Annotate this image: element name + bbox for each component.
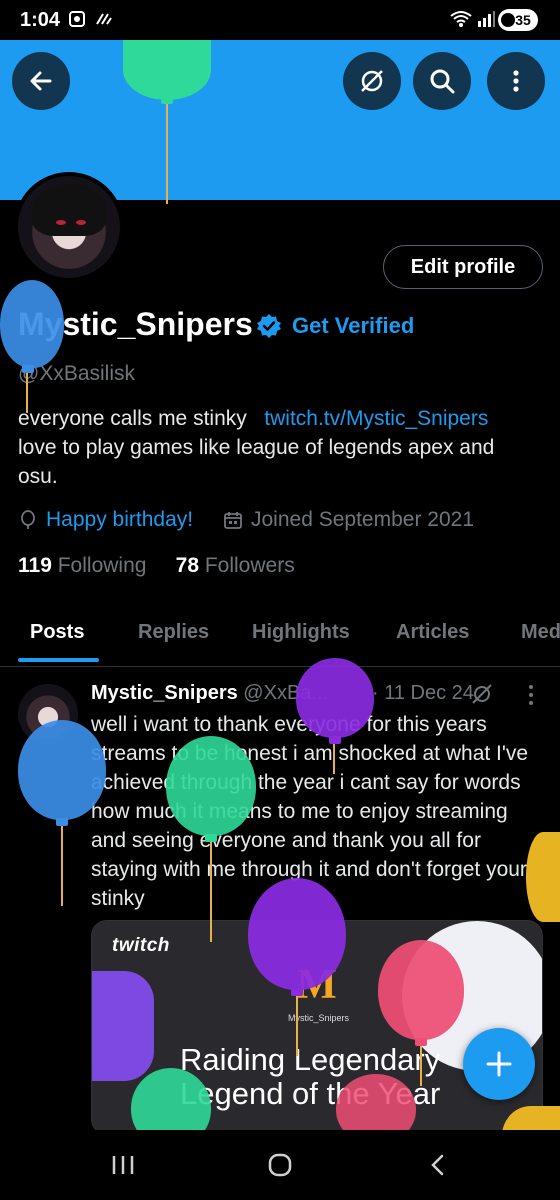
system-back-button[interactable]: [418, 1148, 458, 1182]
birthday-item: Happy birthday!: [18, 508, 193, 532]
post-header: Mystic_Snipers @XxBa...: [91, 682, 328, 705]
plus-icon: [486, 1051, 512, 1077]
post-more-icon[interactable]: [522, 682, 540, 708]
get-verified-link[interactable]: Get Verified: [292, 313, 414, 339]
tab-articles[interactable]: Articles: [396, 621, 469, 644]
calendar-icon: [224, 512, 242, 529]
joined-label: Joined September 2021: [251, 508, 474, 531]
birthday-label[interactable]: Happy birthday!: [46, 508, 193, 532]
search-button[interactable]: [413, 52, 471, 110]
more-vertical-icon: [513, 70, 519, 92]
card-heart-graphic: [92, 971, 154, 1081]
bio-text-line1: everyone calls me stinky: [18, 407, 247, 430]
recent-apps-button[interactable]: [103, 1148, 143, 1182]
grok-button[interactable]: [343, 52, 401, 110]
edit-profile-button[interactable]: Edit profile: [383, 245, 543, 289]
bio-text-line2: love to play games like league of legend…: [18, 436, 495, 488]
home-button[interactable]: [260, 1148, 300, 1182]
active-tab-indicator: [18, 658, 99, 662]
arrow-left-icon: [30, 71, 52, 91]
status-bar: 1:04 35: [0, 0, 560, 40]
twitch-logo: twitch: [112, 935, 170, 956]
status-time: 1:04: [20, 9, 61, 31]
followers-count: 78: [175, 554, 199, 577]
grok-icon[interactable]: [470, 682, 494, 706]
joined-item: Joined September 2021: [223, 508, 474, 532]
post-date: · 11 Dec 24: [372, 682, 474, 704]
balloon-icon: [21, 510, 35, 529]
battery-indicator: 35: [498, 9, 538, 31]
bio-twitch-link[interactable]: twitch.tv/Mystic_Snipers: [264, 407, 488, 430]
system-nav-bar: [0, 1130, 560, 1200]
recents-icon: [112, 1156, 134, 1174]
followers-link[interactable]: 78 Followers: [176, 554, 295, 577]
search-icon: [430, 69, 455, 94]
post-author-name[interactable]: Mystic_Snipers: [91, 682, 238, 704]
profile-avatar[interactable]: [14, 172, 124, 282]
tab-highlights[interactable]: Highlights: [252, 621, 350, 644]
chevron-left-icon: [431, 1154, 444, 1176]
following-label: Following: [57, 554, 147, 577]
following-count: 119: [18, 554, 52, 577]
verified-badge-icon: [257, 314, 281, 338]
followers-label: Followers: [204, 554, 295, 577]
signal-noise-icon: [95, 10, 113, 33]
following-link[interactable]: 119 Following: [18, 554, 146, 577]
screenshot-icon: [68, 10, 86, 33]
wifi-icon: [450, 10, 472, 33]
tab-media[interactable]: Med: [521, 621, 560, 644]
cell-signal-icon: [476, 10, 496, 33]
more-button[interactable]: [487, 52, 545, 110]
home-icon: [268, 1153, 292, 1177]
profile-bio: everyone calls me stinky twitch.tv/Mysti…: [18, 404, 538, 491]
card-title: Raiding Legendary Legend of the Year: [180, 1042, 441, 1111]
grok-icon: [361, 70, 383, 92]
tab-posts[interactable]: Posts: [30, 621, 84, 644]
compose-post-button[interactable]: [463, 1028, 535, 1100]
tab-replies[interactable]: Replies: [138, 621, 209, 644]
back-button[interactable]: [12, 52, 70, 110]
follow-stats: 119 Following 78 Followers: [18, 554, 295, 578]
